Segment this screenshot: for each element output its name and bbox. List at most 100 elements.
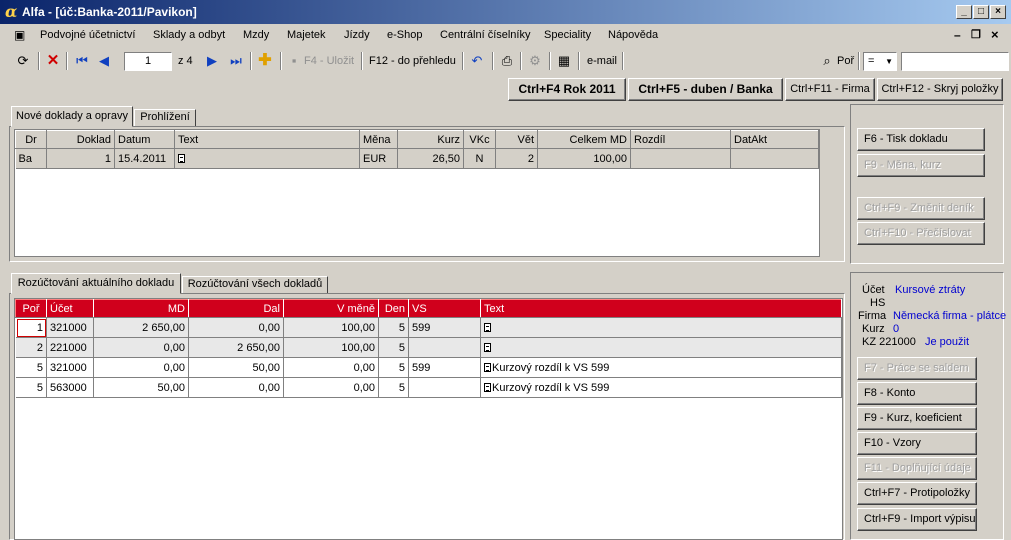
sort-label[interactable]: Poř <box>837 51 854 71</box>
menu-sklady[interactable]: Sklady a odbyt <box>153 29 225 41</box>
add-icon[interactable]: ✚ <box>256 52 274 70</box>
table-row[interactable]: 5 321000 0,00 50,00 0,00 5 599 Kurzový r… <box>15 357 842 378</box>
cell-vs[interactable]: 599 <box>408 317 481 338</box>
undo-icon[interactable]: ↶ <box>468 52 486 70</box>
cell-den[interactable]: 5 <box>378 317 409 338</box>
cell-vkc[interactable]: N <box>463 148 496 169</box>
cell-vs[interactable]: 599 <box>408 357 481 378</box>
cell-celkem-md[interactable]: 100,00 <box>537 148 631 169</box>
import-vypisu-button[interactable]: Ctrl+F9 - Import výpisu <box>857 508 977 531</box>
col-celkem-md[interactable]: Celkem MD <box>537 130 631 149</box>
col-kurz[interactable]: Kurz <box>397 130 464 149</box>
close-icon[interactable]: × <box>990 5 1006 19</box>
col-entry-text[interactable]: Text <box>480 299 842 318</box>
cell-kurz[interactable]: 26,50 <box>397 148 464 169</box>
mdi-restore-icon[interactable]: ❐ <box>971 28 981 41</box>
cell-por[interactable]: 5 <box>15 357 47 378</box>
cell-entry-text[interactable] <box>480 317 842 338</box>
cell-vs[interactable] <box>408 337 481 358</box>
maximize-icon[interactable]: □ <box>973 5 989 19</box>
cell-ucet[interactable]: 321000 <box>46 357 94 378</box>
cell-ucet[interactable]: 321000 <box>46 317 94 338</box>
table-row[interactable]: Ba 1 15.4.2011 EUR 26,50 N 2 100,00 <box>15 148 819 169</box>
col-vet[interactable]: Vět <box>495 130 538 149</box>
cell-dal[interactable]: 50,00 <box>188 357 284 378</box>
col-text[interactable]: Text <box>174 130 360 149</box>
doplnujici-udaje-button[interactable]: F11 - Doplňující údaje <box>857 457 977 480</box>
memo-icon[interactable] <box>484 383 491 393</box>
menu-majetek[interactable]: Majetek <box>287 29 326 41</box>
tisk-dokladu-button[interactable]: F6 - Tisk dokladu <box>857 128 985 151</box>
menu-speciality[interactable]: Speciality <box>544 29 591 41</box>
menu-centralni[interactable]: Centrální číselníky <box>440 29 530 41</box>
memo-icon[interactable] <box>484 323 491 333</box>
protipolozky-button[interactable]: Ctrl+F7 - Protipoložky <box>857 482 977 505</box>
calculator-icon[interactable]: ▦ <box>555 52 573 70</box>
tab-rozuctovani-vsech[interactable]: Rozúčtování všech dokladů <box>182 276 328 294</box>
cell-entry-text[interactable]: Kurzový rozdíl k VS 599 <box>480 357 842 378</box>
cell-vs[interactable] <box>408 377 481 398</box>
menu-eshop[interactable]: e-Shop <box>387 29 422 41</box>
col-vs[interactable]: VS <box>408 299 481 318</box>
mdi-minimize-icon[interactable]: – <box>954 28 961 42</box>
save-button[interactable]: F4 - Uložit <box>304 51 354 71</box>
col-doklad[interactable]: Doklad <box>46 130 115 149</box>
email-button[interactable]: e-mail <box>587 51 617 71</box>
cell-den[interactable]: 5 <box>378 377 409 398</box>
menu-podvojne[interactable]: Podvojné účetnictví <box>40 29 135 41</box>
cell-md[interactable]: 0,00 <box>93 357 189 378</box>
duben-banka-button[interactable]: Ctrl+F5 - duben / Banka <box>628 78 783 101</box>
menu-jizdy[interactable]: Jízdy <box>344 29 370 41</box>
col-rozdil[interactable]: Rozdíl <box>630 130 731 149</box>
cell-ucet[interactable]: 563000 <box>46 377 94 398</box>
cell-v-mene[interactable]: 0,00 <box>283 377 379 398</box>
col-md[interactable]: MD <box>93 299 189 318</box>
compare-select[interactable]: = ▼ <box>863 52 897 71</box>
cell-doklad[interactable]: 1 <box>46 148 115 169</box>
prace-se-saldem-button[interactable]: F7 - Práce se saldem <box>857 357 977 380</box>
cell-v-mene[interactable]: 100,00 <box>283 317 379 338</box>
konto-button[interactable]: F8 - Konto <box>857 382 977 405</box>
cell-dal[interactable]: 0,00 <box>188 377 284 398</box>
rok-button[interactable]: Ctrl+F4 Rok 2011 <box>508 78 626 101</box>
print-icon[interactable]: ⎙ <box>498 52 516 70</box>
cell-v-mene[interactable]: 0,00 <box>283 357 379 378</box>
col-v-mene[interactable]: V měně <box>283 299 379 318</box>
overview-button[interactable]: F12 - do přehledu <box>369 51 456 71</box>
cell-text[interactable] <box>174 148 360 169</box>
kurz-koeficient-button[interactable]: F9 - Kurz, koeficient <box>857 407 977 430</box>
cell-datakt[interactable] <box>730 148 819 169</box>
first-record-icon[interactable]: ⏮ <box>73 52 91 70</box>
cell-dr[interactable]: Ba <box>15 148 47 169</box>
cell-dal[interactable]: 0,00 <box>188 317 284 338</box>
cell-v-mene[interactable]: 100,00 <box>283 337 379 358</box>
cell-mena[interactable]: EUR <box>359 148 398 169</box>
cell-entry-text[interactable]: Kurzový rozdíl k VS 599 <box>480 377 842 398</box>
prev-record-icon[interactable]: ◀ <box>95 52 113 70</box>
memo-icon[interactable] <box>484 343 491 353</box>
col-dal[interactable]: Dal <box>188 299 284 318</box>
cell-datum[interactable]: 15.4.2011 <box>114 148 175 169</box>
col-ucet[interactable]: Účet <box>46 299 94 318</box>
col-den[interactable]: Den <box>378 299 409 318</box>
memo-icon[interactable] <box>178 154 185 164</box>
zmenit-denik-button[interactable]: Ctrl+F9 - Změnit deník <box>857 197 985 220</box>
cell-vet[interactable]: 2 <box>495 148 538 169</box>
cell-md[interactable]: 50,00 <box>93 377 189 398</box>
col-vkc[interactable]: VKc <box>463 130 496 149</box>
tab-rozuctovani-aktualniho[interactable]: Rozúčtování aktuálního dokladu <box>11 273 181 294</box>
table-row[interactable]: 1 321000 2 650,00 0,00 100,00 5 599 <box>15 317 842 338</box>
table-row[interactable]: 5 563000 50,00 0,00 0,00 5 Kurzový rozdí… <box>15 377 842 398</box>
record-number-input[interactable]: 1 <box>124 52 172 71</box>
menu-napoveda[interactable]: Nápověda <box>608 29 658 41</box>
precislovat-button[interactable]: Ctrl+F10 - Přečíslovat <box>857 222 985 245</box>
tab-prohlizeni[interactable]: Prohlížení <box>134 109 196 127</box>
cell-den[interactable]: 5 <box>378 357 409 378</box>
mdi-close-icon[interactable]: × <box>991 27 999 42</box>
cell-den[interactable]: 5 <box>378 337 409 358</box>
minimize-icon[interactable]: _ <box>956 5 972 19</box>
skryj-polozky-button[interactable]: Ctrl+F12 - Skryj položky <box>877 78 1003 101</box>
binoculars-icon[interactable]: ⌕ <box>818 52 836 70</box>
firma-button[interactable]: Ctrl+F11 - Firma <box>785 78 875 101</box>
cell-md[interactable]: 2 650,00 <box>93 317 189 338</box>
